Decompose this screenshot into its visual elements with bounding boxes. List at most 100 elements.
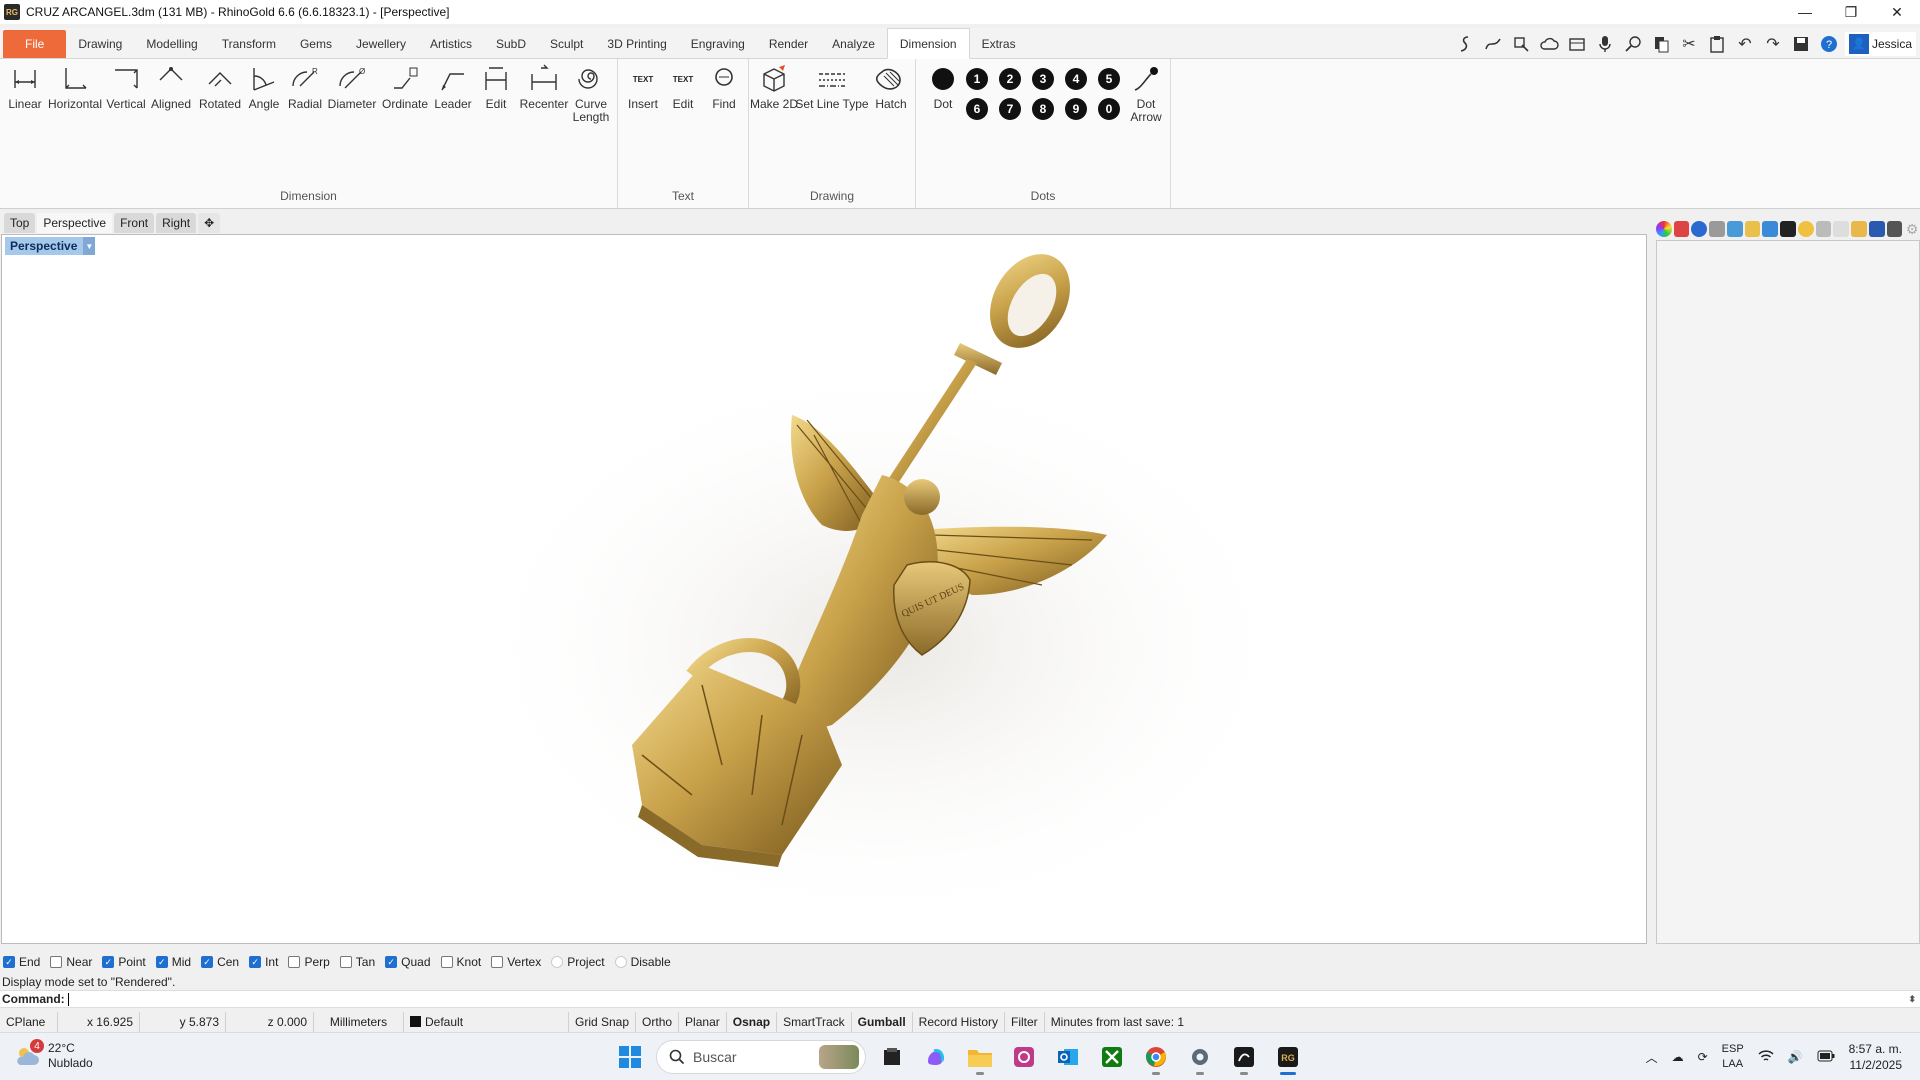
- tab-gems[interactable]: Gems: [288, 30, 344, 58]
- named-views-icon[interactable]: [1833, 221, 1850, 237]
- checkbox-icon[interactable]: ✓: [385, 956, 398, 968]
- set-line-type-button[interactable]: Set Line Type: [795, 63, 869, 111]
- wifi-icon[interactable]: [1758, 1049, 1774, 1066]
- sun-icon[interactable]: [1797, 221, 1814, 237]
- filter-toggle[interactable]: Filter: [1005, 1012, 1045, 1032]
- checkbox-icon[interactable]: [491, 956, 504, 968]
- linear-button[interactable]: Linear: [0, 63, 50, 111]
- dot-number-3-button[interactable]: 3: [1032, 68, 1054, 90]
- tab-file[interactable]: File: [3, 30, 67, 58]
- copilot-icon[interactable]: [918, 1039, 954, 1075]
- checkbox-icon[interactable]: [288, 956, 301, 968]
- osnap-disable[interactable]: Disable: [614, 955, 671, 969]
- start-icon[interactable]: [612, 1039, 648, 1075]
- checkbox-icon[interactable]: [50, 956, 63, 968]
- tab-drawing[interactable]: Drawing: [66, 30, 134, 58]
- taskbar-search[interactable]: Buscar: [656, 1040, 866, 1074]
- materials-icon[interactable]: [1673, 221, 1690, 237]
- display-icon[interactable]: [1762, 221, 1779, 237]
- recenter-button[interactable]: Recenter: [519, 63, 569, 111]
- osnap-near[interactable]: Near: [50, 955, 92, 969]
- monitor-icon[interactable]: [1886, 221, 1903, 237]
- settings-icon[interactable]: [1182, 1039, 1218, 1075]
- system-clock[interactable]: 8:57 a. m. 11/2/2025: [1849, 1041, 1902, 1073]
- file-manager-icon[interactable]: [874, 1039, 910, 1075]
- viewport-tab-perspective[interactable]: Perspective: [37, 213, 113, 233]
- tab-subd[interactable]: SubD: [484, 30, 538, 58]
- osnap-quad[interactable]: ✓ Quad: [385, 955, 431, 969]
- osnap-perp[interactable]: Perp: [288, 955, 330, 969]
- rotated-button[interactable]: Rotated: [195, 63, 245, 111]
- zoom-tool-icon[interactable]: [1621, 32, 1645, 56]
- tab-3d-printing[interactable]: 3D Printing: [595, 30, 678, 58]
- save-icon[interactable]: [1789, 32, 1813, 56]
- rhinogold-icon[interactable]: RG: [1270, 1039, 1306, 1075]
- osnap-vertex[interactable]: Vertex: [491, 955, 541, 969]
- rhino-icon[interactable]: [1226, 1039, 1262, 1075]
- volume-icon[interactable]: 🔊: [1788, 1050, 1803, 1064]
- osnap-end[interactable]: ✓ End: [3, 955, 40, 969]
- microphone-icon[interactable]: [1593, 32, 1617, 56]
- pendant-model[interactable]: QUIS UT DEUS: [2, 235, 1647, 944]
- command-line[interactable]: Command: ⬍: [0, 990, 1920, 1008]
- viewport-tab-front[interactable]: Front: [114, 213, 155, 233]
- notifications-icon[interactable]: [1868, 221, 1885, 237]
- planar-toggle[interactable]: Planar: [679, 1012, 727, 1032]
- layer-status[interactable]: Default: [404, 1012, 569, 1032]
- aligned-button[interactable]: Aligned: [146, 63, 196, 111]
- tab-dimension[interactable]: Dimension: [886, 28, 970, 59]
- make-2d-button[interactable]: Make 2D: [749, 63, 799, 111]
- osnap-toggle[interactable]: Osnap: [727, 1012, 778, 1032]
- checkbox-icon[interactable]: ✓: [102, 956, 115, 968]
- folder-panel-icon[interactable]: [1744, 221, 1761, 237]
- tab-transform[interactable]: Transform: [210, 30, 288, 58]
- lights-icon[interactable]: [1851, 221, 1867, 237]
- dot-number-8-button[interactable]: 8: [1032, 98, 1054, 120]
- help-icon[interactable]: ?: [1817, 32, 1841, 56]
- restore-button[interactable]: ❐: [1828, 0, 1874, 24]
- dot-number-2-button[interactable]: 2: [999, 68, 1021, 90]
- osnap-tan[interactable]: Tan: [339, 955, 375, 969]
- sync-icon[interactable]: ⟳: [1698, 1050, 1708, 1064]
- viewport-tab-right[interactable]: Right: [156, 213, 197, 233]
- render-sphere-icon[interactable]: [1691, 221, 1708, 237]
- cut-icon[interactable]: ✂: [1677, 32, 1701, 56]
- record-history-toggle[interactable]: Record History: [913, 1012, 1006, 1032]
- grid-panel-icon[interactable]: [1815, 221, 1832, 237]
- perspective-viewport[interactable]: Perspective ▼ QUIS UT DEUS: [1, 234, 1647, 944]
- viewport-tab-top[interactable]: Top: [4, 213, 36, 233]
- tab-render[interactable]: Render: [757, 30, 820, 58]
- dot-number-4-button[interactable]: 4: [1065, 68, 1087, 90]
- checkbox-icon[interactable]: ✓: [201, 956, 214, 968]
- smarttrack-toggle[interactable]: SmartTrack: [777, 1012, 852, 1032]
- osnap-project[interactable]: Project: [551, 955, 605, 969]
- rhino-s-icon[interactable]: [1453, 32, 1477, 56]
- xbox-icon[interactable]: [1094, 1039, 1130, 1075]
- dot-arrow-button[interactable]: Dot Arrow: [1121, 63, 1171, 124]
- select-tool-icon[interactable]: [1509, 32, 1533, 56]
- osnap-point[interactable]: ✓ Point: [102, 955, 146, 969]
- user-account[interactable]: 👤 Jessica: [1844, 31, 1916, 56]
- units-status[interactable]: Millimeters: [314, 1012, 404, 1032]
- chrome-icon[interactable]: [1138, 1039, 1174, 1075]
- dot-number-6-button[interactable]: 6: [966, 98, 988, 120]
- input-language[interactable]: ESP LAA: [1722, 1042, 1744, 1072]
- outlook-icon[interactable]: [1050, 1039, 1086, 1075]
- add-viewport-tab-button[interactable]: ✥: [198, 213, 221, 233]
- radio-icon[interactable]: [551, 956, 564, 968]
- panel-settings-gear-icon[interactable]: ⚙: [1904, 221, 1920, 237]
- tab-extras[interactable]: Extras: [970, 30, 1028, 58]
- onedrive-paused-icon[interactable]: ☁: [1672, 1050, 1684, 1064]
- tab-modelling[interactable]: Modelling: [134, 30, 209, 58]
- tab-engraving[interactable]: Engraving: [679, 30, 757, 58]
- cplane-status[interactable]: CPlane: [0, 1012, 58, 1032]
- curve-tool-icon[interactable]: [1481, 32, 1505, 56]
- osnap-cen[interactable]: ✓ Cen: [201, 955, 239, 969]
- edit-dimension-button[interactable]: Edit: [471, 63, 521, 111]
- dot-number-1-button[interactable]: 1: [966, 68, 988, 90]
- rg-panel-icon[interactable]: [1780, 221, 1796, 237]
- grid-snap-toggle[interactable]: Grid Snap: [569, 1012, 637, 1032]
- tray-overflow-chevron-icon[interactable]: ︿: [1646, 1049, 1658, 1066]
- redo-icon[interactable]: ↷: [1761, 32, 1785, 56]
- horizontal-button[interactable]: Horizontal: [48, 63, 102, 111]
